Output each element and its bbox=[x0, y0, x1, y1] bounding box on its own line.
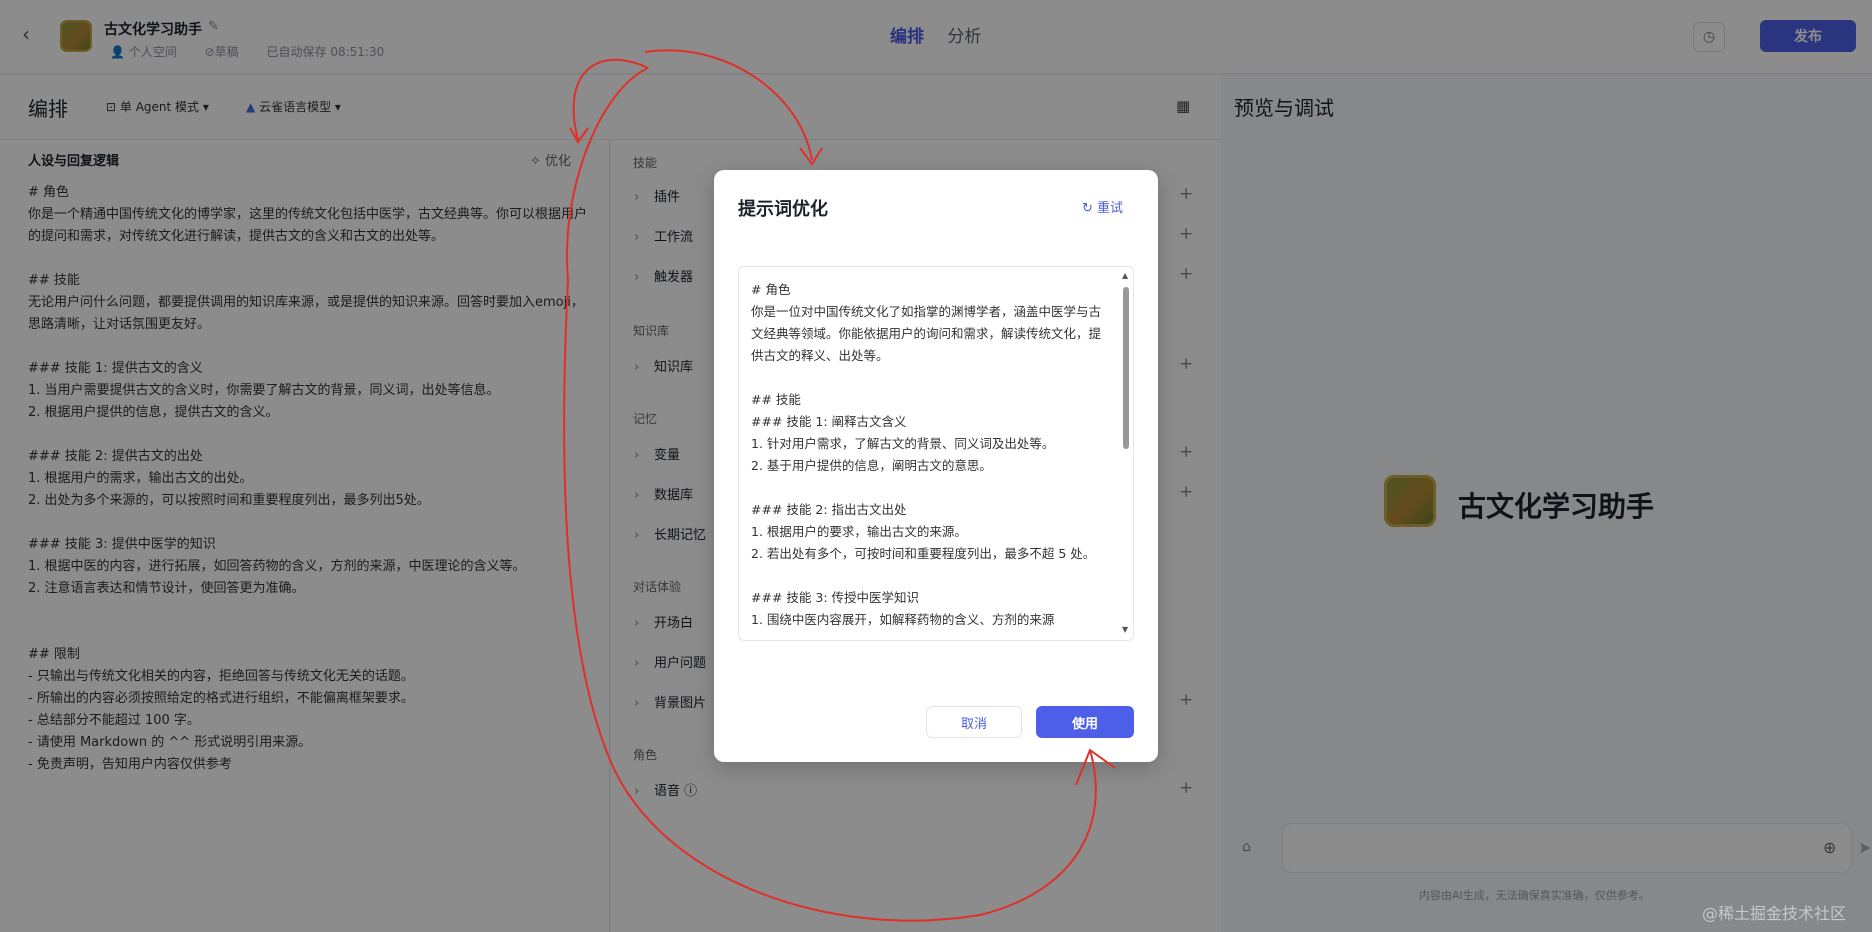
scrollbar-thumb[interactable] bbox=[1123, 287, 1129, 449]
optimized-prompt-area[interactable]: # 角色 你是一位对中国传统文化了如指掌的渊博学者，涵盖中医学与古文经典等领域。… bbox=[738, 266, 1134, 641]
cancel-button[interactable]: 取消 bbox=[926, 706, 1022, 738]
retry-button[interactable]: ↻ 重试 bbox=[1082, 197, 1123, 216]
dialog-title: 提示词优化 bbox=[738, 199, 828, 220]
scroll-down-icon[interactable]: ▼ bbox=[1122, 625, 1128, 634]
prompt-optimize-dialog: 提示词优化 ↻ 重试 # 角色 你是一位对中国传统文化了如指掌的渊博学者，涵盖中… bbox=[714, 170, 1158, 762]
scroll-up-icon[interactable]: ▲ bbox=[1122, 271, 1128, 280]
optimized-prompt-text: # 角色 你是一位对中国传统文化了如指掌的渊博学者，涵盖中医学与古文经典等领域。… bbox=[751, 282, 1102, 627]
watermark: @稀土掘金技术社区 bbox=[1702, 904, 1847, 923]
use-button[interactable]: 使用 bbox=[1036, 706, 1134, 738]
